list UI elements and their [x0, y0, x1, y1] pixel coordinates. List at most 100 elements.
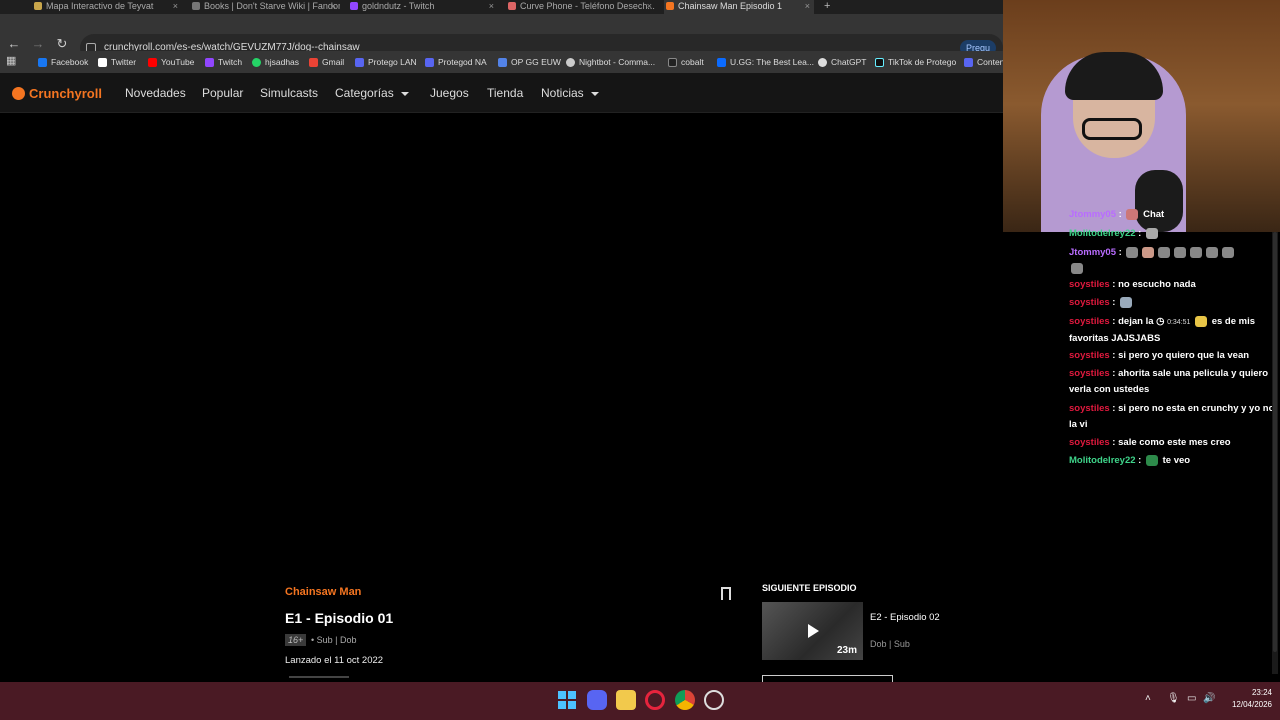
bookmark-nightbot[interactable]: Nightbot - Comma...: [566, 55, 655, 69]
steam-icon[interactable]: [704, 690, 724, 710]
discord-icon[interactable]: [587, 690, 607, 710]
network-icon[interactable]: ▭: [1187, 693, 1196, 704]
emote-icon: [1126, 208, 1139, 220]
youtube-icon: [148, 58, 157, 67]
tab-curve-phone[interactable]: Curve Phone - Teléfono Desech... ×: [506, 0, 656, 14]
tray-chevron-up-icon[interactable]: ˄: [1145, 693, 1151, 704]
volume-icon[interactable]: 🔊: [1203, 693, 1215, 704]
chatgpt-icon: [818, 58, 827, 67]
bookmark-twitch[interactable]: Twitch: [205, 55, 242, 69]
bookmark-whatsapp[interactable]: hjsadhas: [252, 55, 299, 69]
nav-noticias[interactable]: Noticias: [541, 86, 599, 100]
opgg-icon: [498, 58, 507, 67]
taskbar: ˄ 🎙 ▭ 🔊 23:24 12/04/2026: [0, 682, 1280, 720]
bookmark-icon[interactable]: [721, 587, 731, 604]
new-tab-button[interactable]: +: [824, 0, 830, 12]
emote-icon: [1174, 246, 1187, 258]
crunchyroll-header: Crunchyroll Novedades Popular Simulcasts…: [0, 73, 1003, 113]
nav-juegos[interactable]: Juegos: [430, 86, 469, 100]
windows-start-icon[interactable]: [557, 690, 577, 710]
emote-icon: [1126, 246, 1139, 258]
bookmark-conten[interactable]: Conten: [964, 55, 1003, 69]
bookmark-protego-lan[interactable]: Protego LAN: [355, 55, 417, 69]
chat-username: Jtommy05: [1069, 209, 1116, 220]
tab-dont-starve-wiki[interactable]: Books | Don't Starve Wiki | Fandom ×: [190, 0, 340, 14]
bookmark-twitter[interactable]: Twitter: [98, 55, 136, 69]
play-icon: [808, 624, 819, 638]
chat-message: soystiles : ahorita sale una pelicula y …: [1069, 368, 1269, 395]
emote-icon: [1120, 296, 1133, 308]
bookmark-cobalt[interactable]: cobalt: [668, 55, 704, 69]
logo-text: Crunchyroll: [29, 86, 102, 101]
chat-username: Molitodelrey22: [1069, 228, 1136, 239]
chat-message: soystiles :: [1069, 295, 1279, 311]
close-icon[interactable]: ×: [647, 0, 652, 12]
crunchyroll-logo[interactable]: Crunchyroll: [12, 86, 102, 101]
nav-label: Noticias: [541, 86, 584, 100]
tab-favicon-icon: [666, 2, 674, 10]
nav-categorias[interactable]: Categorías: [335, 86, 409, 100]
bookmark-ugg[interactable]: U.GG: The Best Lea...: [717, 55, 814, 69]
nav-popular[interactable]: Popular: [202, 86, 243, 100]
microphone-icon[interactable]: 🎙: [1167, 693, 1180, 704]
tab-label: goldndutz - Twitch: [362, 1, 435, 11]
close-icon[interactable]: ×: [489, 0, 494, 12]
chat-text: Chat: [1143, 209, 1165, 220]
tab-twitch[interactable]: goldndutz - Twitch ×: [348, 0, 498, 14]
apps-grid-icon[interactable]: ▦: [6, 54, 16, 68]
tab-label: Books | Don't Starve Wiki | Fandom: [204, 1, 340, 11]
chat-text: sale como este mes creo: [1118, 437, 1231, 448]
emote-icon: [1145, 227, 1158, 239]
chrome-icon[interactable]: [675, 690, 695, 710]
emote-icon: [1145, 454, 1158, 466]
chat-timestamp-link[interactable]: 0:34:51: [1167, 319, 1190, 326]
twitter-icon: [98, 58, 107, 67]
emote-icon: [1206, 246, 1219, 258]
chat-username: soystiles: [1069, 279, 1110, 290]
chat-username: soystiles: [1069, 437, 1110, 448]
tab-favicon-icon: [508, 2, 516, 10]
forward-icon[interactable]: →: [28, 36, 48, 51]
tab-teyvat-map[interactable]: Mapa Interactivo de Teyvat ×: [32, 0, 182, 14]
emote-icon: [1142, 246, 1155, 258]
chat-username: Jtommy05: [1069, 247, 1116, 258]
bookmark-folder-icon: [964, 58, 973, 67]
bookmark-gmail[interactable]: Gmail: [309, 55, 344, 69]
scrollbar-thumb[interactable]: [1273, 232, 1277, 652]
nightbot-icon: [566, 58, 575, 67]
system-clock[interactable]: 23:24 12/04/2026: [1222, 687, 1272, 711]
bookmark-label: Twitter: [111, 57, 137, 67]
emote-icon: [1071, 262, 1083, 274]
next-episode-title[interactable]: E2 - Episodio 02: [870, 612, 940, 623]
nav-simulcasts[interactable]: Simulcasts: [260, 86, 318, 100]
stream-chat: Jtommy05 : Chat Molitodelrey22 : Jtommy0…: [1065, 205, 1280, 675]
nav-tienda[interactable]: Tienda: [487, 86, 523, 100]
bookmark-chatgpt[interactable]: ChatGPT: [818, 55, 866, 69]
bookmark-tiktok[interactable]: TikTok de Protego: [875, 55, 956, 69]
chat-message: Molitodelrey22 : te veo: [1069, 454, 1191, 466]
close-icon[interactable]: ×: [331, 0, 336, 12]
reload-icon[interactable]: ↻: [52, 36, 72, 52]
file-explorer-icon[interactable]: [616, 690, 636, 710]
series-title[interactable]: Chainsaw Man: [285, 586, 361, 598]
next-episode-thumbnail[interactable]: 23m: [762, 602, 863, 660]
bookmark-youtube[interactable]: YouTube: [148, 55, 194, 69]
bookmark-protegod-na[interactable]: Protegod NA: [425, 55, 487, 69]
bookmark-facebook[interactable]: Facebook: [38, 55, 88, 69]
video-player[interactable]: [0, 114, 1003, 576]
chat-username: soystiles: [1069, 297, 1110, 308]
close-icon[interactable]: ×: [805, 0, 810, 12]
bookmark-label: TikTok de Protego: [888, 57, 957, 67]
nav-novedades[interactable]: Novedades: [125, 86, 186, 100]
caret-down-icon: [400, 91, 409, 96]
bookmark-opgg[interactable]: OP GG EUW: [498, 55, 561, 69]
chat-text: si pero yo quiero que la vean: [1118, 350, 1250, 361]
back-icon[interactable]: ←: [4, 36, 24, 51]
close-icon[interactable]: ×: [173, 0, 178, 12]
release-date: Lanzado el 11 oct 2022: [285, 655, 384, 666]
clock-icon: ◷: [1156, 316, 1165, 327]
tab-chainsaw-man[interactable]: Chainsaw Man Episodio 1 ×: [664, 0, 814, 14]
opera-icon[interactable]: [645, 690, 665, 710]
emote-icon: [1190, 246, 1203, 258]
page-scrollbar[interactable]: [1272, 232, 1278, 674]
